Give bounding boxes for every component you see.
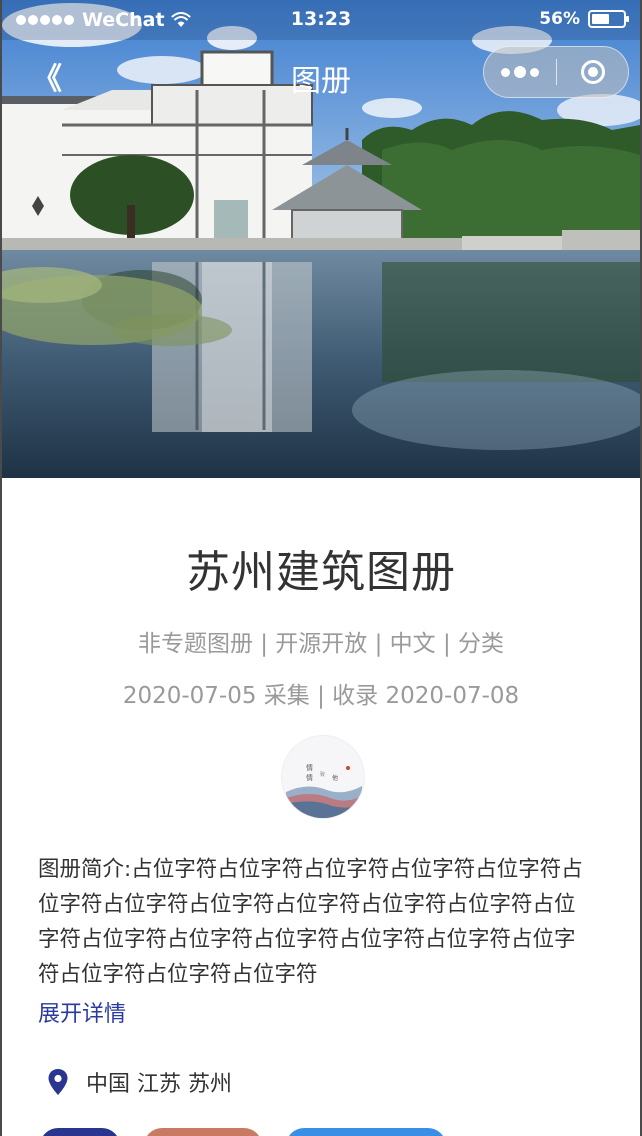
action-button-1[interactable] [40, 1128, 120, 1136]
battery-icon [588, 10, 629, 28]
location-text: 中国 江苏 苏州 [86, 1072, 232, 1097]
album-tags: 非专题图册 | 开源开放 | 中文 | 分类 [137, 631, 505, 657]
album-dates: 2020-07-05 采集 | 收录 2020-07-08 [122, 683, 520, 709]
svg-text:情: 情 [306, 763, 313, 772]
expand-details-link[interactable]: 展开详情 [38, 996, 126, 1028]
album-title: 苏州建筑图册 [186, 547, 456, 598]
svg-text:致: 致 [320, 771, 325, 778]
publisher-avatar[interactable]: 情 情 致 他 [282, 736, 364, 818]
status-bar: WeChat 13:23 56% [2, 0, 640, 40]
close-ring-icon[interactable] [557, 47, 629, 97]
status-right: 56% [539, 9, 629, 29]
album-description: 图册简介:占位字符占位字符占位字符占位字符占位字符占位字符占位字符占位字符占位字… [38, 857, 583, 987]
battery-level-fill [592, 14, 609, 24]
action-button-2[interactable] [144, 1128, 262, 1136]
more-dots-icon[interactable] [484, 47, 556, 97]
location-pin-icon [48, 1069, 68, 1095]
action-button-3[interactable] [286, 1128, 446, 1136]
album-location: 中国 江苏 苏州 [48, 1066, 232, 1098]
album-detail-page: WeChat 13:23 56% 《 图册 苏州建筑图册 非专题图册 | 开源开 [0, 0, 642, 1136]
miniprogram-capsule [483, 46, 629, 98]
svg-text:他: 他 [332, 774, 338, 782]
battery-percent: 56% [539, 9, 580, 29]
svg-text:情: 情 [306, 773, 313, 782]
